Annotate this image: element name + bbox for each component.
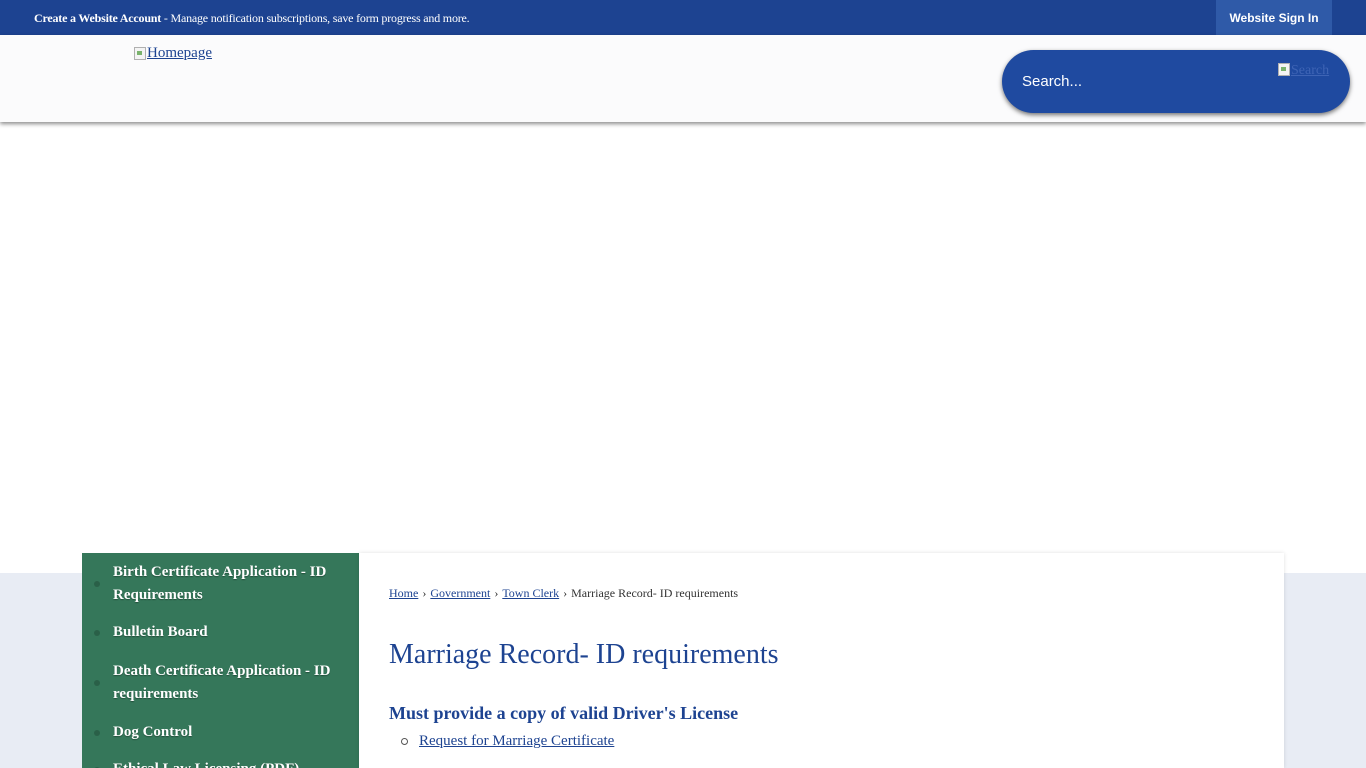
create-account-description: - Manage notification subscriptions, sav… [161, 11, 470, 25]
create-account-message: Create a Website Account - Manage notifi… [34, 11, 470, 26]
sidebar-item-birth-certificate[interactable]: Birth Certificate Application - ID Requi… [82, 561, 359, 607]
main-content: Home › Government › Town Clerk › Marriage Reco… [359, 553, 1284, 768]
top-notification-bar: Create a Website Account - Manage notifi… [0, 0, 1366, 35]
bullet-icon [94, 630, 100, 636]
broken-image-icon [134, 47, 146, 60]
sidebar-item-death-certificate[interactable]: Death Certificate Application - ID requi… [82, 660, 359, 706]
circle-bullet-icon [401, 738, 408, 745]
homepage-logo-alt-text: Homepage [147, 45, 212, 61]
breadcrumb-government-link[interactable]: Government [430, 586, 490, 600]
site-header: Homepage Search [0, 35, 1366, 122]
search-box: Search [1002, 50, 1350, 113]
page-title: Marriage Record- ID requirements [389, 639, 779, 670]
bullet-icon [94, 730, 100, 736]
homepage-logo-link[interactable]: Homepage [134, 45, 212, 62]
sidebar-item-label: Ethical Law Licensing (PDF) [113, 758, 333, 768]
breadcrumb-home-link[interactable]: Home [389, 586, 418, 600]
search-button[interactable]: Search [1278, 63, 1329, 79]
sidebar-item-bulletin-board[interactable]: Bulletin Board [82, 621, 359, 644]
search-button-alt-text: Search [1291, 63, 1330, 78]
list-item: Request for Marriage Certificate [401, 733, 614, 750]
marriage-certificate-request-link[interactable]: Request for Marriage Certificate [419, 733, 614, 750]
breadcrumb-town-clerk-link[interactable]: Town Clerk [502, 586, 559, 600]
document-link-list: Request for Marriage Certificate [401, 733, 614, 750]
search-input[interactable] [1022, 68, 1262, 94]
breadcrumb: Home › Government › Town Clerk › Marriage Reco… [389, 586, 738, 601]
bullet-icon [94, 581, 100, 587]
sidebar-navigation: Birth Certificate Application - ID Requi… [82, 553, 359, 768]
sidebar-item-label: Birth Certificate Application - ID Requi… [113, 564, 327, 603]
sidebar-item-label: Bulletin Board [113, 624, 208, 640]
breadcrumb-current: Marriage Record- ID requirements [571, 586, 739, 600]
breadcrumb-separator: › [563, 586, 568, 600]
website-sign-in-button[interactable]: Website Sign In [1216, 0, 1332, 35]
sidebar-item-label: Dog Control [113, 724, 193, 740]
breadcrumb-separator: › [494, 586, 499, 600]
create-account-link[interactable]: Create a Website Account [34, 11, 161, 25]
sidebar-item-dog-control[interactable]: Dog Control [82, 721, 359, 744]
sidebar-item-label: Death Certificate Application - ID requi… [113, 663, 331, 702]
breadcrumb-separator: › [422, 586, 427, 600]
broken-image-icon [1278, 63, 1290, 76]
sidebar-item-ethical-law[interactable]: Ethical Law Licensing (PDF) [82, 758, 359, 768]
bullet-icon [94, 680, 100, 686]
section-heading: Must provide a copy of valid Driver's Li… [389, 703, 739, 723]
